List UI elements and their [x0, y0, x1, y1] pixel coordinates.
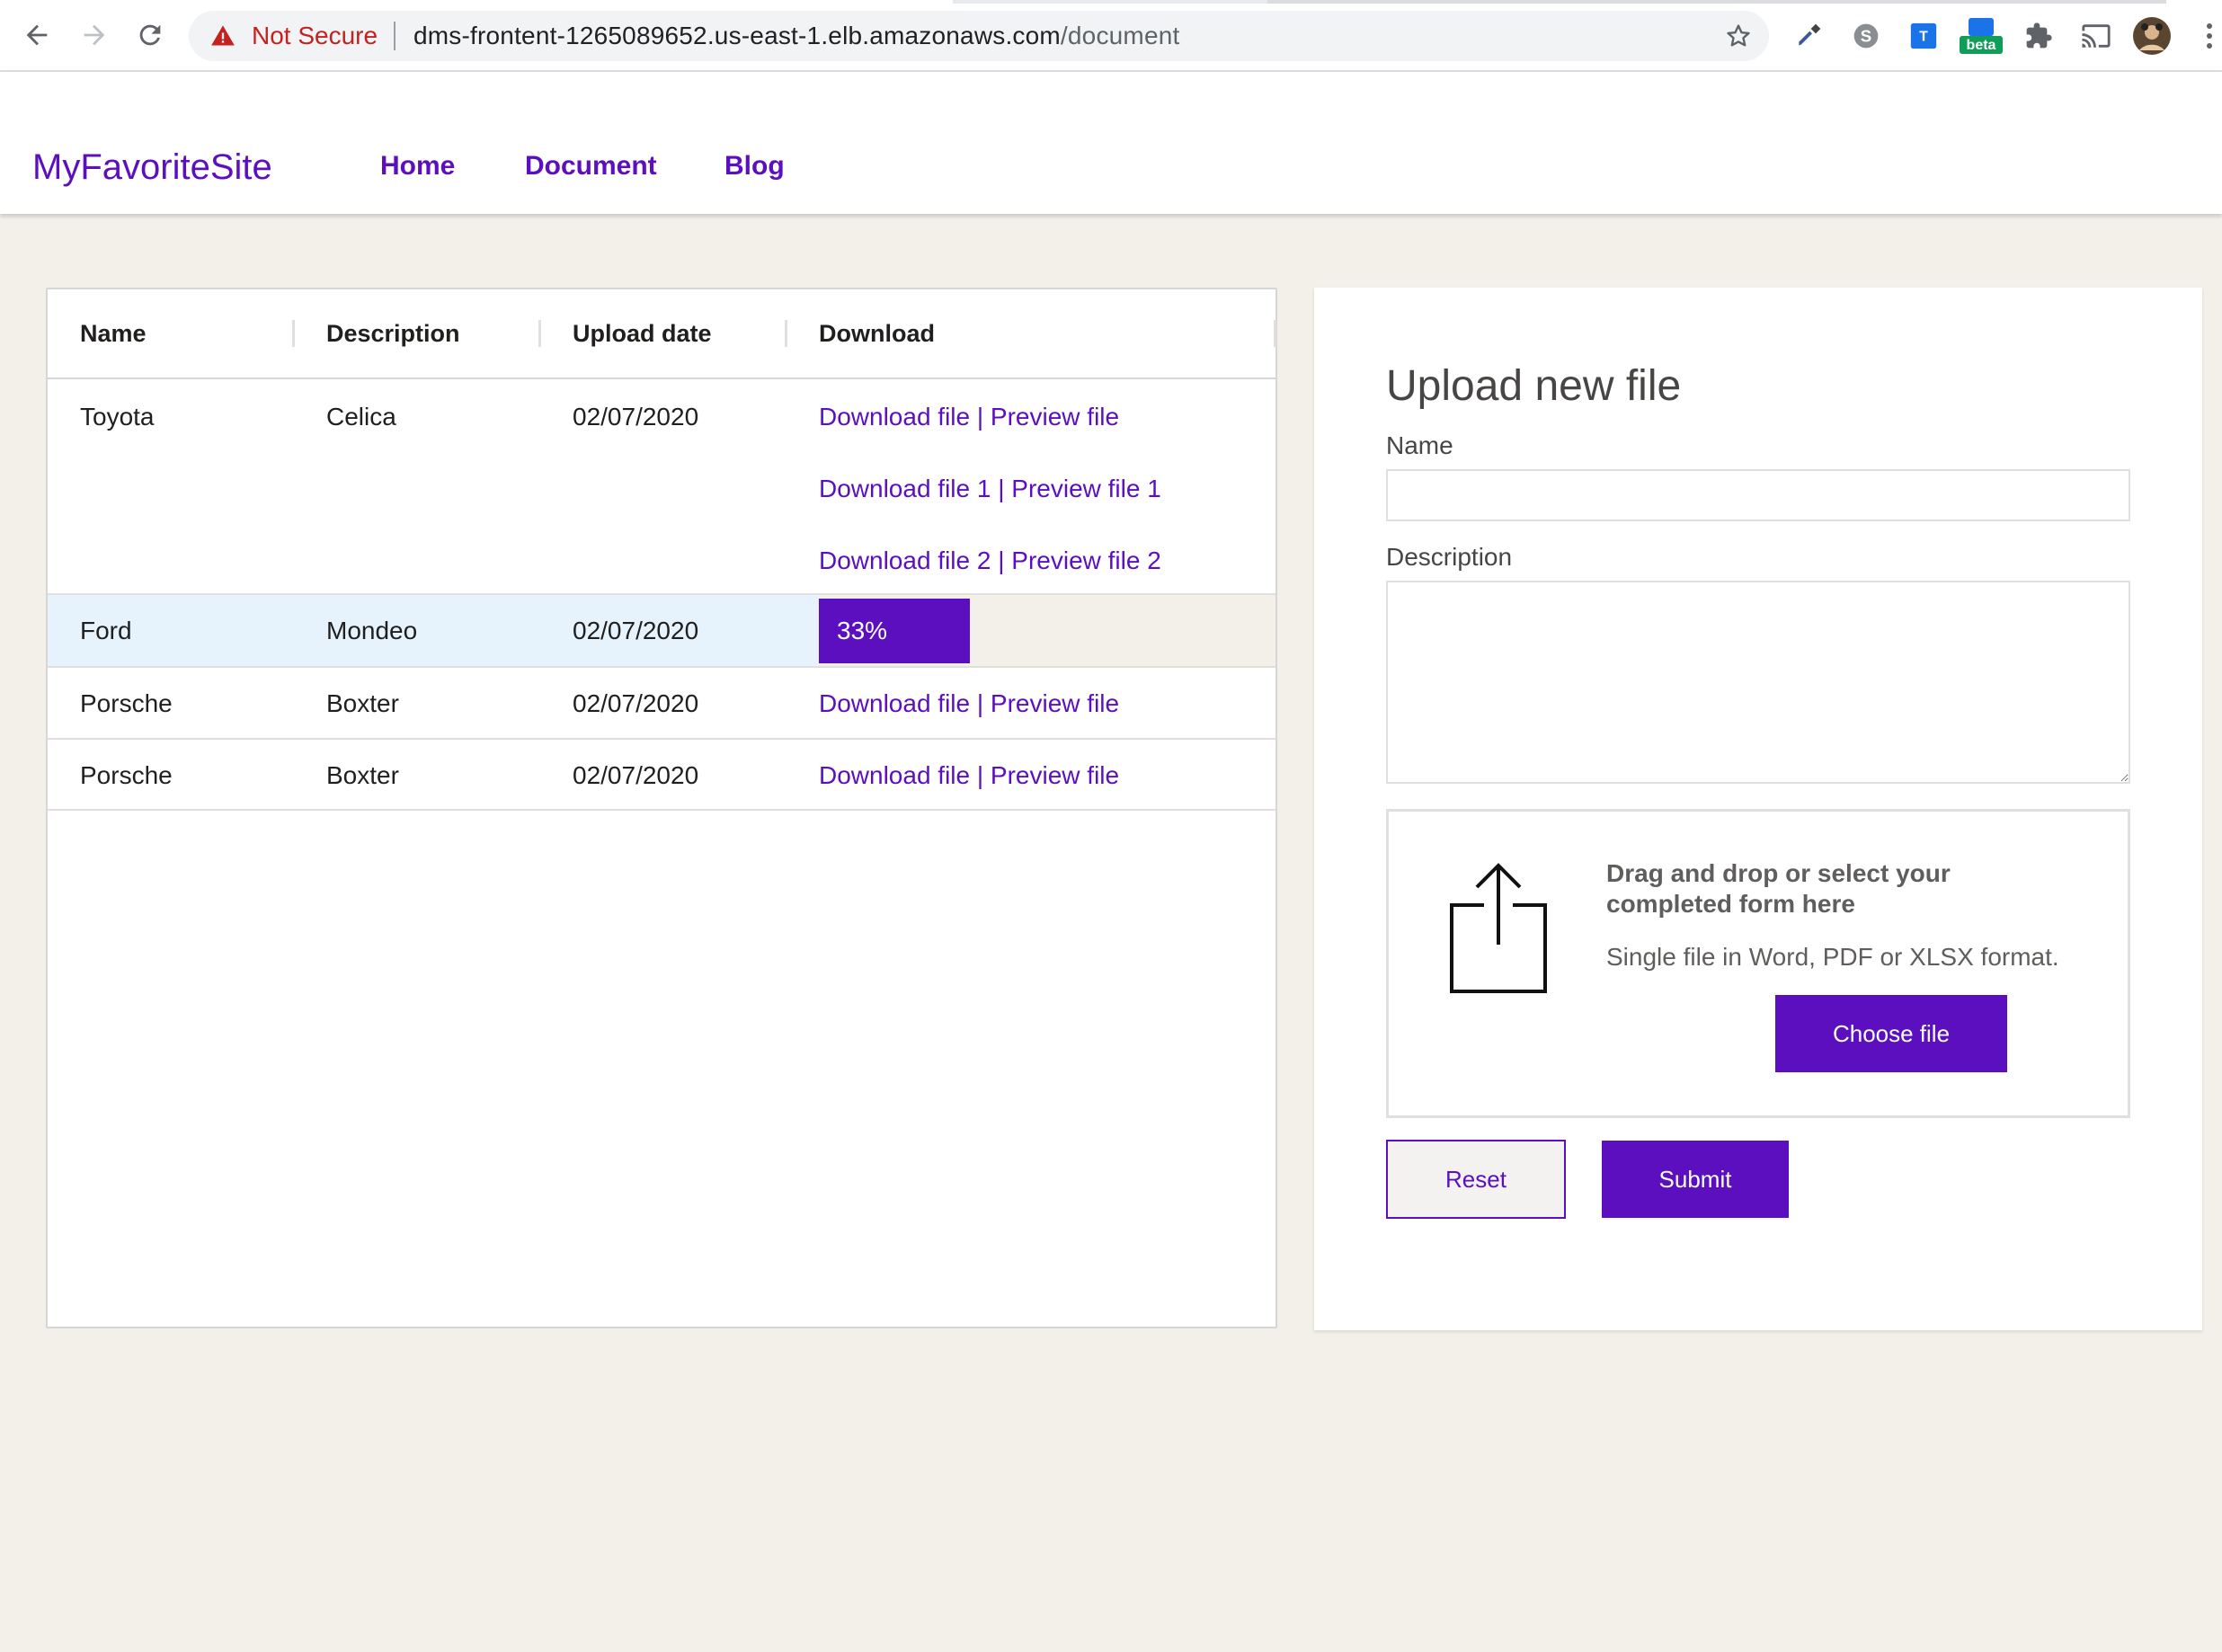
beta-extension-icon[interactable]: beta	[1960, 16, 2003, 56]
star-icon[interactable]	[1724, 22, 1753, 55]
download-preview-link[interactable]: Download file 2 | Preview file 2	[819, 546, 1161, 575]
nav-blog[interactable]: Blog	[724, 151, 785, 182]
download-preview-link[interactable]: Download file | Preview file	[819, 403, 1119, 431]
column-divider[interactable]	[1274, 320, 1276, 347]
beta-badge: beta	[1967, 38, 1996, 53]
column-divider[interactable]	[292, 320, 295, 347]
description-label: Description	[1386, 543, 1513, 571]
progress-label: 33%	[837, 617, 888, 644]
puzzle-extensions-icon[interactable]	[2019, 16, 2058, 56]
column-header-description[interactable]: Description	[326, 320, 460, 348]
cell-name: Ford	[80, 617, 132, 644]
url-text[interactable]: dms-frontent-1265089652.us-east-1.elb.am…	[413, 22, 1179, 50]
submit-label: Submit	[1658, 1165, 1732, 1193]
description-textarea[interactable]	[1386, 581, 2130, 784]
security-label[interactable]: Not Secure	[252, 22, 378, 50]
download-preview-link[interactable]: Download file | Preview file	[819, 761, 1119, 790]
name-label: Name	[1386, 431, 1453, 459]
file-dropzone[interactable]: Drag and drop or select your completed f…	[1386, 809, 2130, 1118]
tab-strip-edge	[1267, 0, 2166, 4]
cell-description: Boxter	[326, 689, 399, 717]
name-input[interactable]	[1386, 469, 2130, 521]
column-header-download[interactable]: Download	[819, 320, 935, 348]
cell-name: Toyota	[80, 403, 155, 431]
download-preview-link[interactable]: Download file | Preview file	[819, 689, 1119, 718]
brand-logo[interactable]: MyFavoriteSite	[32, 147, 272, 188]
choose-file-button[interactable]: Choose file	[1775, 995, 2007, 1072]
tab-strip-edge	[953, 0, 1267, 4]
share-upload-icon	[1448, 860, 1549, 999]
upload-form-panel: Upload new file Name Description Drag an…	[1314, 288, 2202, 1330]
dropzone-subtitle: Single file in Word, PDF or XLSX format.	[1606, 943, 2059, 971]
upload-title: Upload new file	[1386, 362, 1682, 410]
submit-button[interactable]: Submit	[1602, 1141, 1789, 1218]
column-header-name[interactable]: Name	[80, 320, 147, 348]
address-bar[interactable]: Not Secure dms-frontent-1265089652.us-ea…	[189, 11, 1769, 61]
reset-label: Reset	[1445, 1165, 1507, 1193]
cast-icon[interactable]	[2076, 16, 2116, 56]
cell-upload-date: 02/07/2020	[573, 761, 699, 789]
address-divider	[394, 22, 396, 50]
cell-upload-date: 02/07/2020	[573, 403, 699, 431]
dropzone-title: Drag and drop or select your completed f…	[1606, 859, 1951, 918]
profile-avatar-icon[interactable]	[2132, 16, 2172, 56]
svg-text:T: T	[1919, 30, 1928, 45]
cell-name: Porsche	[80, 689, 173, 717]
documents-table: Name Description Upload date Download To…	[46, 288, 1277, 1328]
upload-progress-indicator: 33%	[819, 599, 970, 663]
site-header: MyFavoriteSite Home Document Blog	[0, 72, 2222, 214]
back-arrow-icon[interactable]	[14, 13, 59, 58]
forward-arrow-icon[interactable]	[72, 13, 117, 58]
cell-upload-date: 02/07/2020	[573, 689, 699, 717]
column-divider[interactable]	[538, 320, 541, 347]
table-row[interactable]: Porsche Boxter 02/07/2020 Download file …	[48, 668, 1275, 740]
table-row[interactable]: Toyota Celica 02/07/2020 Download file |…	[48, 377, 1275, 595]
browser-toolbar: Not Secure dms-frontent-1265089652.us-ea…	[0, 0, 2222, 72]
nav-document[interactable]: Document	[525, 151, 657, 182]
choose-file-label: Choose file	[1832, 1019, 1951, 1047]
table-row[interactable]: Porsche Boxter 02/07/2020 Download file …	[48, 740, 1275, 811]
url-path: /document	[1060, 22, 1180, 49]
cell-name: Porsche	[80, 761, 173, 789]
skype-icon[interactable]: S	[1846, 16, 1886, 56]
cell-description: Celica	[326, 403, 396, 431]
cell-description: Mondeo	[326, 617, 418, 644]
cell-description: Boxter	[326, 761, 399, 789]
svg-text:S: S	[1861, 27, 1871, 46]
column-divider[interactable]	[785, 320, 787, 347]
column-header-upload-date[interactable]: Upload date	[573, 320, 712, 348]
kebab-menu-icon[interactable]	[2197, 16, 2222, 56]
reload-icon[interactable]	[128, 13, 173, 58]
table-header: Name Description Upload date Download	[48, 289, 1276, 379]
nav-home[interactable]: Home	[380, 151, 455, 182]
translate-icon[interactable]: T	[1904, 16, 1943, 56]
reset-button[interactable]: Reset	[1386, 1140, 1566, 1219]
url-host: dms-frontent-1265089652.us-east-1.elb.am…	[413, 22, 1061, 49]
eyedropper-icon[interactable]	[1789, 16, 1828, 56]
download-preview-link[interactable]: Download file 1 | Preview file 1	[819, 475, 1161, 503]
table-row-selected[interactable]: Ford Mondeo 02/07/2020 33%	[48, 595, 1275, 668]
cell-upload-date: 02/07/2020	[573, 617, 699, 644]
warning-icon	[210, 23, 236, 53]
